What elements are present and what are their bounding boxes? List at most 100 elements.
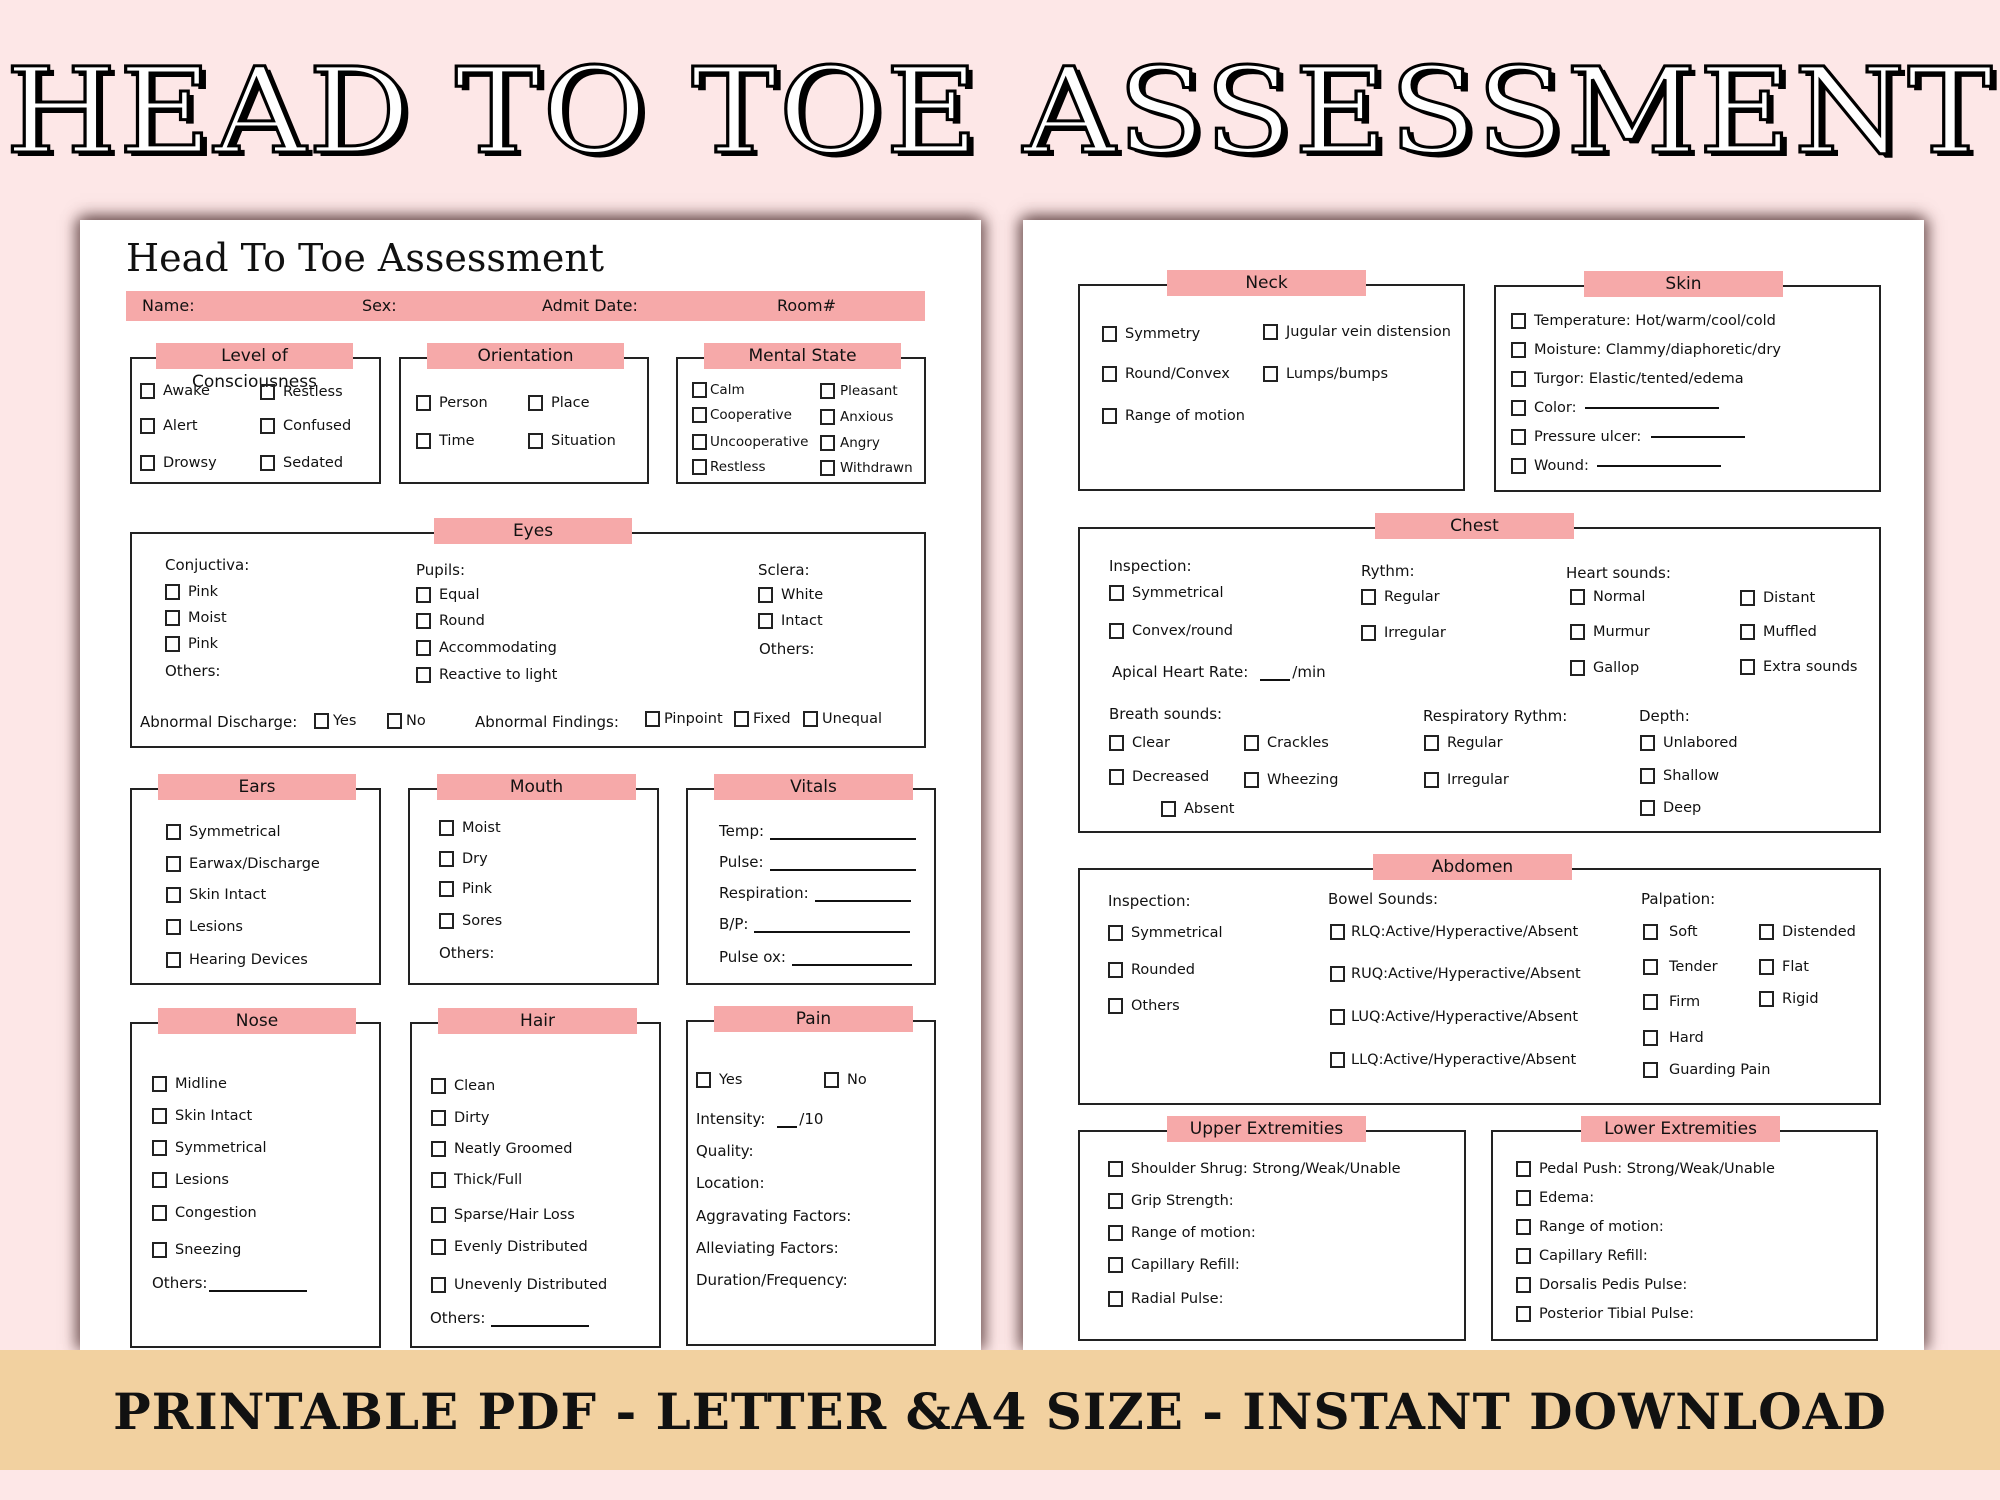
checkbox-item[interactable]: White (758, 587, 823, 603)
input-line[interactable] (1596, 465, 1721, 467)
checkbox-item[interactable]: LLQ:Active/Hyperactive/Absent (1330, 1052, 1576, 1068)
checkbox-icon[interactable] (431, 1277, 446, 1293)
checkbox-item[interactable]: Hearing Devices (166, 952, 308, 968)
checkbox-item[interactable]: Decreased (1109, 769, 1209, 785)
checkbox-item[interactable]: Deep (1640, 800, 1701, 816)
checkbox-item[interactable]: Reactive to light (416, 667, 557, 683)
checkbox-item[interactable]: Range of motion (1102, 408, 1245, 424)
checkbox-icon[interactable] (166, 919, 181, 935)
checkbox-icon[interactable] (1424, 772, 1439, 788)
checkbox-icon[interactable] (1108, 998, 1123, 1014)
checkbox-item[interactable]: Wheezing (1244, 772, 1338, 788)
checkbox-icon[interactable] (1759, 991, 1774, 1007)
checkbox-icon[interactable] (1511, 313, 1526, 329)
checkbox-item[interactable]: Drowsy (140, 455, 217, 471)
checkbox-icon[interactable] (416, 433, 431, 449)
checkbox-icon[interactable] (431, 1110, 446, 1126)
checkbox-item[interactable]: Normal (1570, 589, 1645, 605)
checkbox-item[interactable]: Jugular vein distension (1263, 324, 1451, 340)
checkbox-item[interactable]: Person (416, 395, 488, 411)
checkbox-item[interactable]: Muffled (1740, 624, 1817, 640)
checkbox-icon[interactable] (758, 613, 773, 629)
checkbox-item[interactable]: Pleasant (820, 383, 898, 399)
checkbox-item[interactable]: Shoulder Shrug: Strong/Weak/Unable (1108, 1161, 1401, 1177)
checkbox-icon[interactable] (1109, 769, 1124, 785)
checkbox-item[interactable]: Angry (820, 435, 880, 451)
checkbox-icon[interactable] (1108, 1225, 1123, 1241)
checkbox-icon[interactable] (1330, 924, 1345, 940)
checkbox-icon[interactable] (820, 383, 835, 399)
checkbox-icon[interactable] (260, 418, 275, 434)
input-line[interactable] (1260, 679, 1291, 681)
checkbox-item[interactable]: Awake (140, 383, 210, 399)
checkbox-item[interactable]: Symmetry (1102, 326, 1200, 342)
checkbox-item[interactable]: Symmetrical (1109, 585, 1224, 601)
checkbox-icon[interactable] (1570, 660, 1585, 676)
checkbox-icon[interactable] (1109, 735, 1124, 751)
checkbox-item[interactable]: Soft (1643, 924, 1698, 940)
checkbox-icon[interactable] (1516, 1277, 1531, 1293)
room-field[interactable]: Room# (777, 296, 836, 315)
input-line[interactable] (209, 1290, 308, 1292)
checkbox-icon[interactable] (152, 1140, 167, 1156)
checkbox-item[interactable]: Rigid (1759, 991, 1819, 1007)
checkbox-icon[interactable] (1361, 625, 1376, 641)
checkbox-icon[interactable] (1263, 366, 1278, 382)
input-line[interactable] (1584, 407, 1719, 409)
checkbox-icon[interactable] (439, 881, 454, 897)
checkbox-item[interactable]: Rounded (1108, 962, 1195, 978)
checkbox-icon[interactable] (820, 460, 835, 476)
checkbox-item[interactable]: Hard (1643, 1030, 1704, 1046)
checkbox-icon[interactable] (1330, 1009, 1345, 1025)
checkbox-icon[interactable] (1516, 1248, 1531, 1264)
checkbox-icon[interactable] (431, 1239, 446, 1255)
checkbox-icon[interactable] (1511, 429, 1526, 445)
input-line[interactable] (769, 869, 916, 871)
checkbox-item[interactable]: Accommodating (416, 640, 557, 656)
checkbox-icon[interactable] (1759, 924, 1774, 940)
checkbox-icon[interactable] (439, 913, 454, 929)
checkbox-item[interactable]: Firm (1643, 994, 1700, 1010)
checkbox-item[interactable]: Absent (1161, 801, 1234, 817)
checkbox-icon[interactable] (1643, 924, 1658, 940)
vital-field-pulse-ox[interactable]: Pulse ox: (719, 948, 919, 966)
checkbox-icon[interactable] (166, 887, 181, 903)
checkbox-item[interactable]: Turgor: Elastic/tented/edema (1511, 371, 1744, 387)
hair-others[interactable]: Others: (430, 1309, 590, 1327)
checkbox-item[interactable]: Time (416, 433, 475, 449)
checkbox-item[interactable]: Anxious (820, 409, 893, 425)
checkbox-item[interactable]: Unevenly Distributed (431, 1277, 607, 1293)
checkbox-icon[interactable] (140, 455, 155, 471)
checkbox-icon[interactable] (1516, 1190, 1531, 1206)
checkbox-icon[interactable] (528, 433, 543, 449)
checkbox-item[interactable]: Alert (140, 418, 198, 434)
checkbox-item[interactable]: Lumps/bumps (1263, 366, 1388, 382)
checkbox-item[interactable]: Tender (1643, 959, 1718, 975)
checkbox-item[interactable]: Others (1108, 998, 1180, 1014)
checkbox-item[interactable]: Crackles (1244, 735, 1329, 751)
checkbox-icon[interactable] (1516, 1306, 1531, 1322)
checkbox-item[interactable]: Range of motion: (1516, 1219, 1664, 1235)
checkbox-icon[interactable] (416, 640, 431, 656)
checkbox-item[interactable]: Sneezing (152, 1242, 241, 1258)
checkbox-icon[interactable] (528, 395, 543, 411)
checkbox-icon[interactable] (1102, 366, 1117, 382)
checkbox-icon[interactable] (1361, 589, 1376, 605)
checkbox-item[interactable]: Withdrawn (820, 460, 913, 476)
checkbox-item[interactable]: Range of motion: (1108, 1225, 1256, 1241)
input-line[interactable] (770, 838, 917, 840)
checkbox-icon[interactable] (260, 384, 275, 400)
checkbox-icon[interactable] (439, 820, 454, 836)
checkbox-icon[interactable] (820, 409, 835, 425)
checkbox-item[interactable]: LUQ:Active/Hyperactive/Absent (1330, 1009, 1578, 1025)
checkbox-icon[interactable] (1570, 624, 1585, 640)
input-line[interactable] (814, 900, 911, 902)
checkbox-item[interactable]: Place (528, 395, 590, 411)
checkbox-icon[interactable] (416, 667, 431, 683)
checkbox-icon[interactable] (1330, 1052, 1345, 1068)
input-line[interactable] (491, 1325, 590, 1327)
checkbox-item[interactable]: Grip Strength: (1108, 1193, 1234, 1209)
checkbox-item[interactable]: Midline (152, 1076, 227, 1092)
checkbox-icon[interactable] (1516, 1161, 1531, 1177)
checkbox-item[interactable]: Color: (1511, 400, 1719, 416)
